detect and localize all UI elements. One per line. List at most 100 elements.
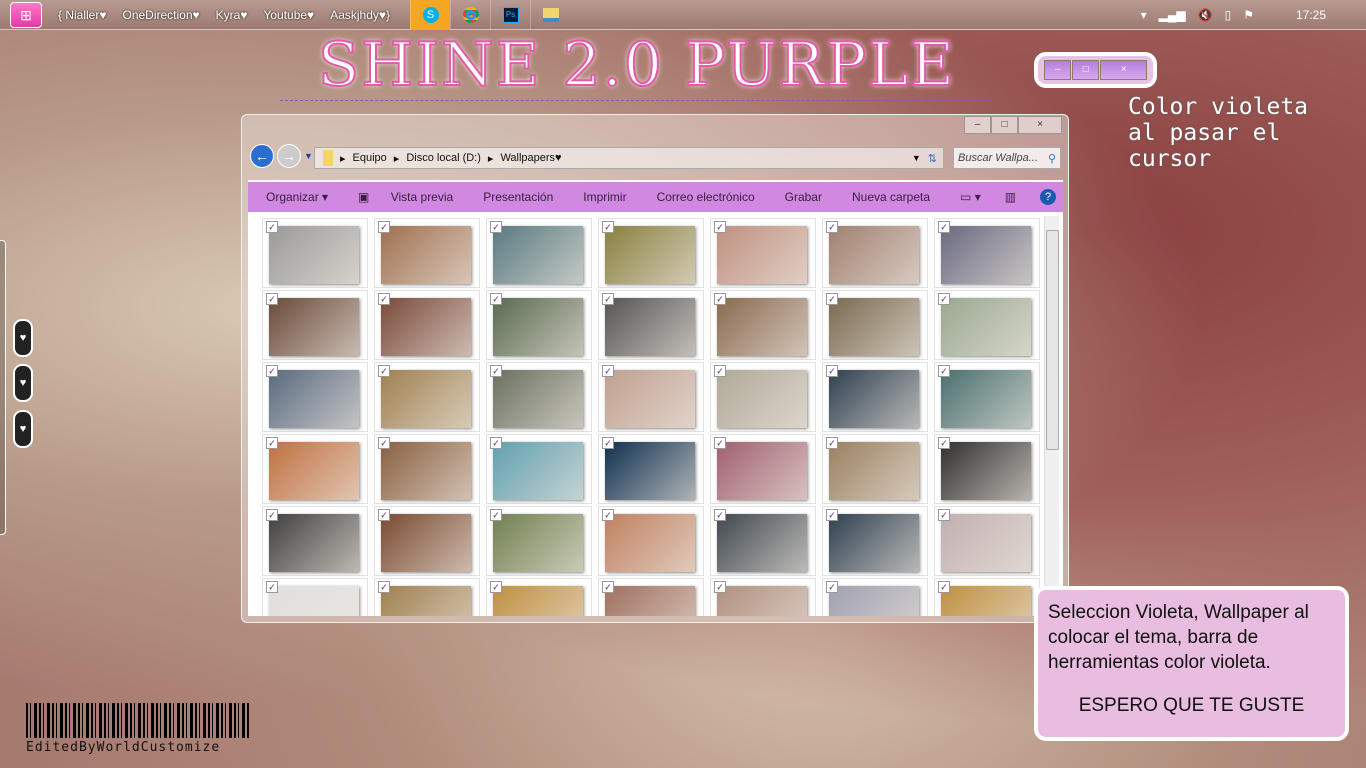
item-checkbox[interactable]: ✓ xyxy=(266,293,278,305)
show-hidden-icons[interactable]: ▾ xyxy=(1141,8,1147,22)
thumbnail-item[interactable]: ✓ xyxy=(598,578,704,616)
thumbnail-item[interactable]: ✓ xyxy=(374,506,480,576)
address-dropdown-icon[interactable]: ▼ xyxy=(912,153,921,163)
explorer-taskbar-button[interactable] xyxy=(530,0,570,30)
skype-taskbar-button[interactable]: S xyxy=(410,0,451,30)
item-checkbox[interactable]: ✓ xyxy=(938,581,950,593)
item-checkbox[interactable]: ✓ xyxy=(602,581,614,593)
thumbnail-item[interactable]: ✓ xyxy=(262,434,368,504)
preview-pane-icon[interactable]: ▥ xyxy=(1005,190,1016,204)
item-checkbox[interactable]: ✓ xyxy=(602,293,614,305)
item-checkbox[interactable]: ✓ xyxy=(714,581,726,593)
thumbnail-item[interactable]: ✓ xyxy=(262,218,368,288)
thumbnail-item[interactable]: ✓ xyxy=(598,362,704,432)
start-button[interactable]: ⊞ xyxy=(10,1,42,28)
item-checkbox[interactable]: ✓ xyxy=(378,581,390,593)
thumbnail-item[interactable]: ✓ xyxy=(710,290,816,360)
email-button[interactable]: Correo electrónico xyxy=(657,190,755,204)
thumbnail-item[interactable]: ✓ xyxy=(598,506,704,576)
item-checkbox[interactable]: ✓ xyxy=(490,293,502,305)
item-checkbox[interactable]: ✓ xyxy=(826,221,838,233)
item-checkbox[interactable]: ✓ xyxy=(714,293,726,305)
item-checkbox[interactable]: ✓ xyxy=(602,437,614,449)
back-button[interactable]: ← xyxy=(250,144,274,168)
thumbnail-item[interactable]: ✓ xyxy=(934,506,1040,576)
item-checkbox[interactable]: ✓ xyxy=(266,221,278,233)
item-checkbox[interactable]: ✓ xyxy=(714,509,726,521)
quicklink[interactable]: Kyra♥ xyxy=(216,8,248,22)
address-bar[interactable]: ▸ Equipo ▸ Disco local (D:) ▸ Wallpapers♥ ▼… xyxy=(314,147,944,169)
heart-gadget-button[interactable]: ♥ xyxy=(13,319,33,357)
chrome-taskbar-button[interactable] xyxy=(450,0,490,30)
item-checkbox[interactable]: ✓ xyxy=(490,509,502,521)
thumbnail-item[interactable]: ✓ xyxy=(934,218,1040,288)
item-checkbox[interactable]: ✓ xyxy=(826,293,838,305)
thumbnail-item[interactable]: ✓ xyxy=(710,362,816,432)
thumbnail-item[interactable]: ✓ xyxy=(710,218,816,288)
thumbnail-item[interactable]: ✓ xyxy=(710,578,816,616)
thumbnail-item[interactable]: ✓ xyxy=(262,578,368,616)
item-checkbox[interactable]: ✓ xyxy=(714,365,726,377)
thumbnail-item[interactable]: ✓ xyxy=(262,506,368,576)
thumbnail-item[interactable]: ✓ xyxy=(710,506,816,576)
item-checkbox[interactable]: ✓ xyxy=(266,437,278,449)
thumbnail-item[interactable]: ✓ xyxy=(822,290,928,360)
item-checkbox[interactable]: ✓ xyxy=(378,365,390,377)
volume-muted-icon[interactable]: 🔇 xyxy=(1198,8,1213,22)
minimize-button[interactable]: – xyxy=(964,116,991,134)
thumbnail-item[interactable]: ✓ xyxy=(374,434,480,504)
recent-pages-dropdown[interactable]: ▼ xyxy=(304,151,313,161)
item-checkbox[interactable]: ✓ xyxy=(938,221,950,233)
new-folder-button[interactable]: Nueva carpeta xyxy=(852,190,930,204)
thumbnail-item[interactable]: ✓ xyxy=(262,362,368,432)
quicklink[interactable]: Aaskjhdy♥} xyxy=(330,8,390,22)
quicklink[interactable]: { Nialler♥ xyxy=(58,8,106,22)
thumbnail-item[interactable]: ✓ xyxy=(822,434,928,504)
item-checkbox[interactable]: ✓ xyxy=(266,581,278,593)
item-checkbox[interactable]: ✓ xyxy=(378,221,390,233)
photoshop-taskbar-button[interactable]: Ps xyxy=(490,0,530,30)
burn-button[interactable]: Grabar xyxy=(785,190,822,204)
breadcrumb-item[interactable]: Disco local (D:) xyxy=(406,152,481,164)
thumbnail-item[interactable]: ✓ xyxy=(374,218,480,288)
thumbnail-item[interactable]: ✓ xyxy=(822,218,928,288)
maximize-button[interactable]: □ xyxy=(991,116,1018,134)
thumbnail-item[interactable]: ✓ xyxy=(262,290,368,360)
item-checkbox[interactable]: ✓ xyxy=(826,509,838,521)
thumbnail-item[interactable]: ✓ xyxy=(486,434,592,504)
close-button[interactable]: × xyxy=(1018,116,1062,134)
item-checkbox[interactable]: ✓ xyxy=(490,365,502,377)
thumbnail-item[interactable]: ✓ xyxy=(486,506,592,576)
thumbnail-item[interactable]: ✓ xyxy=(374,362,480,432)
thumbnail-item[interactable]: ✓ xyxy=(822,578,928,616)
thumbnail-item[interactable]: ✓ xyxy=(934,362,1040,432)
flag-icon[interactable]: ⚑ xyxy=(1243,8,1254,22)
item-checkbox[interactable]: ✓ xyxy=(602,365,614,377)
heart-gadget-button[interactable]: ♥ xyxy=(13,364,33,402)
vertical-scrollbar[interactable] xyxy=(1044,216,1059,612)
item-checkbox[interactable]: ✓ xyxy=(266,509,278,521)
print-button[interactable]: Imprimir xyxy=(583,190,626,204)
item-checkbox[interactable]: ✓ xyxy=(938,437,950,449)
thumbnail-item[interactable]: ✓ xyxy=(598,434,704,504)
item-checkbox[interactable]: ✓ xyxy=(938,293,950,305)
item-checkbox[interactable]: ✓ xyxy=(714,437,726,449)
thumbnail-item[interactable]: ✓ xyxy=(934,290,1040,360)
item-checkbox[interactable]: ✓ xyxy=(378,437,390,449)
search-input[interactable]: Buscar Wallpa... ⚲ xyxy=(953,147,1061,169)
signal-icon[interactable]: ▂▄▆ xyxy=(1159,8,1186,22)
item-checkbox[interactable]: ✓ xyxy=(602,509,614,521)
item-checkbox[interactable]: ✓ xyxy=(826,581,838,593)
item-checkbox[interactable]: ✓ xyxy=(378,293,390,305)
thumbnail-item[interactable]: ✓ xyxy=(822,506,928,576)
item-checkbox[interactable]: ✓ xyxy=(938,365,950,377)
help-icon[interactable]: ? xyxy=(1040,189,1057,205)
thumbnail-item[interactable]: ✓ xyxy=(486,578,592,616)
breadcrumb-item[interactable]: Equipo xyxy=(353,152,387,164)
item-checkbox[interactable]: ✓ xyxy=(266,365,278,377)
preview-button[interactable]: ▣ Vista previa xyxy=(358,190,453,204)
item-checkbox[interactable]: ✓ xyxy=(826,437,838,449)
thumbnail-item[interactable]: ✓ xyxy=(486,362,592,432)
thumbnail-item[interactable]: ✓ xyxy=(822,362,928,432)
item-checkbox[interactable]: ✓ xyxy=(378,509,390,521)
